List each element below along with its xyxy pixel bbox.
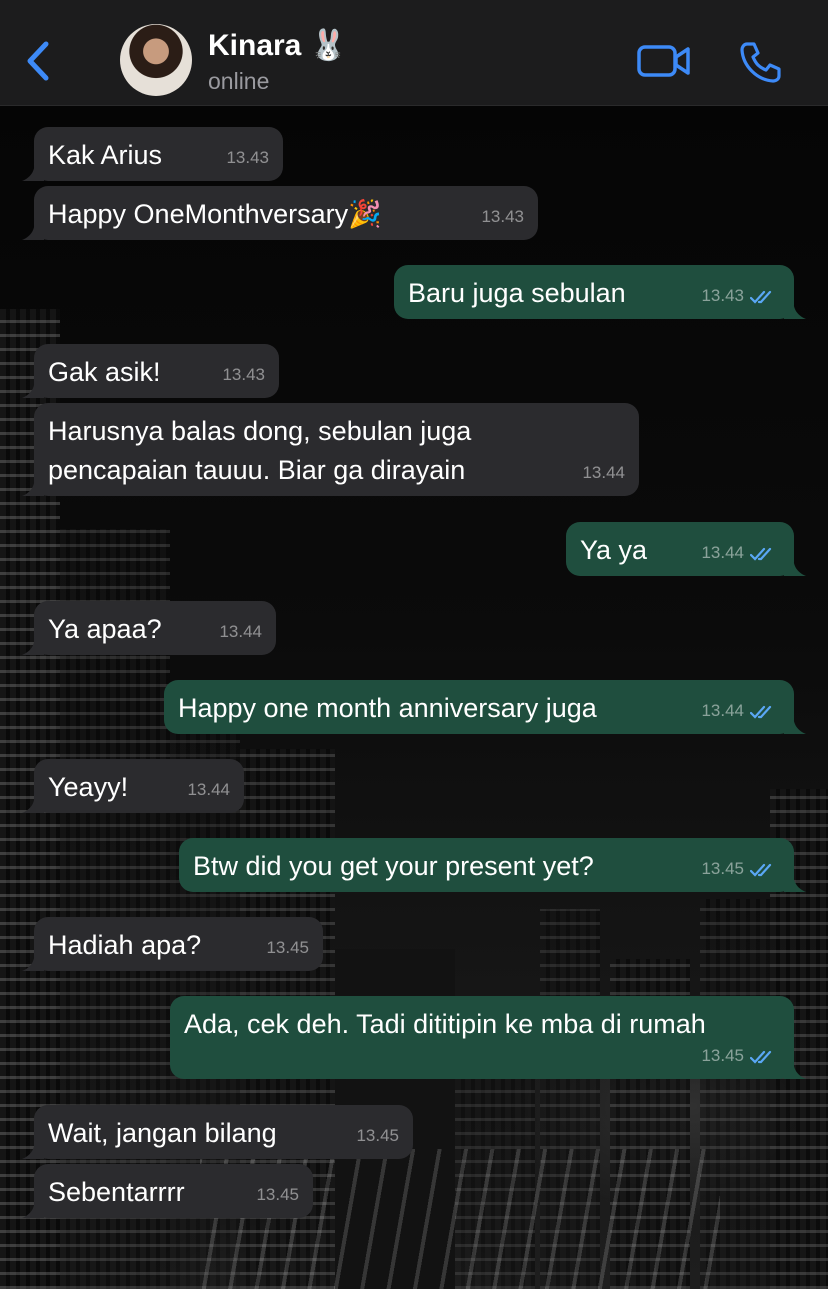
message-time: 13.45 <box>356 1124 399 1149</box>
contact-name[interactable]: Kinara 🐰 <box>208 28 347 63</box>
message-time: 13.44 <box>187 778 230 803</box>
message-text: Hadiah apa? <box>48 930 202 960</box>
outgoing-message[interactable]: Baru juga sebulan 13.43 <box>394 265 806 319</box>
outgoing-message[interactable]: Btw did you get your present yet? 13.45 <box>179 838 806 892</box>
video-call-icon[interactable] <box>636 42 692 80</box>
message-text: Ada, cek deh. Tadi dititipin ke mba di r… <box>184 1009 706 1039</box>
message-time: 13.44 <box>582 461 625 486</box>
contact-name-text: Kinara <box>208 29 302 62</box>
incoming-message[interactable]: Harusnya balas dong, sebulan juga pencap… <box>22 403 639 496</box>
incoming-message[interactable]: Gak asik! 13.43 <box>22 344 279 398</box>
time-text: 13.44 <box>582 463 625 483</box>
bubble-tail-icon <box>22 474 44 496</box>
time-text: 13.43 <box>701 286 744 306</box>
bubble-tail-icon <box>22 376 44 398</box>
bubble-tail-icon <box>22 949 44 971</box>
message-text: Happy OneMonthversary🎉 <box>48 199 382 229</box>
message-text: Harusnya balas dong, sebulan juga pencap… <box>48 416 472 486</box>
read-double-tick-icon <box>750 863 772 877</box>
time-text: 13.43 <box>226 148 269 168</box>
incoming-message[interactable]: Kak Arius 13.43 <box>22 127 283 181</box>
voice-call-icon[interactable] <box>738 40 782 84</box>
message-text: Gak asik! <box>48 357 161 387</box>
message-text: Baru juga sebulan <box>408 278 626 308</box>
contact-avatar[interactable] <box>120 24 192 96</box>
message-time: 13.43 <box>701 284 776 309</box>
bubble-tail-icon <box>784 297 806 319</box>
outgoing-message[interactable]: Ya ya 13.44 <box>566 522 806 576</box>
read-double-tick-icon <box>750 705 772 719</box>
message-text: Sebentarrrr <box>48 1177 185 1207</box>
bubble-tail-icon <box>784 712 806 734</box>
read-double-tick-icon <box>750 547 772 561</box>
bubble-tail-icon <box>22 1137 44 1159</box>
message-time: 13.43 <box>226 146 269 171</box>
incoming-message[interactable]: Hadiah apa? 13.45 <box>22 917 323 971</box>
message-text: Ya apaa? <box>48 614 162 644</box>
message-text: Btw did you get your present yet? <box>193 851 594 881</box>
message-text: Happy one month anniversary juga <box>178 693 597 723</box>
read-double-tick-icon <box>750 1050 772 1064</box>
time-text: 13.45 <box>356 1126 399 1146</box>
bubble-tail-icon <box>22 218 44 240</box>
read-double-tick-icon <box>750 290 772 304</box>
message-time: 13.43 <box>222 363 265 388</box>
back-chevron-icon[interactable] <box>22 38 54 84</box>
bubble-tail-icon <box>784 554 806 576</box>
time-text: 13.44 <box>701 701 744 721</box>
time-text: 13.43 <box>222 365 265 385</box>
time-text: 13.44 <box>219 622 262 642</box>
message-time: 13.44 <box>701 541 776 566</box>
chat-header: Kinara 🐰 online <box>0 0 828 106</box>
incoming-message[interactable]: Yeayy! 13.44 <box>22 759 244 813</box>
contact-name-emoji: 🐰 <box>309 29 348 62</box>
bubble-tail-icon <box>22 1196 44 1218</box>
bubble-tail-icon <box>22 159 44 181</box>
message-text: Kak Arius <box>48 140 163 170</box>
message-text: Wait, jangan bilang <box>48 1118 277 1148</box>
message-time: 13.44 <box>701 699 776 724</box>
message-time: 13.43 <box>481 205 524 230</box>
message-text: Yeayy! <box>48 772 129 802</box>
message-time: 13.45 <box>701 1044 776 1069</box>
message-time: 13.44 <box>219 620 262 645</box>
time-text: 13.45 <box>256 1185 299 1205</box>
message-time: 13.45 <box>256 1183 299 1208</box>
bubble-tail-icon <box>784 1057 806 1079</box>
time-text: 13.44 <box>701 543 744 563</box>
outgoing-message[interactable]: Ada, cek deh. Tadi dititipin ke mba di r… <box>170 996 806 1079</box>
incoming-message[interactable]: Happy OneMonthversary🎉 13.43 <box>22 186 538 240</box>
bubble-tail-icon <box>22 791 44 813</box>
message-text: Ya ya <box>580 535 648 565</box>
outgoing-message[interactable]: Happy one month anniversary juga 13.44 <box>164 680 806 734</box>
message-time: 13.45 <box>266 936 309 961</box>
time-text: 13.45 <box>266 938 309 958</box>
time-text: 13.44 <box>187 780 230 800</box>
contact-status: online <box>208 68 270 94</box>
time-text: 13.45 <box>701 1046 744 1066</box>
time-text: 13.45 <box>701 859 744 879</box>
bubble-tail-icon <box>784 870 806 892</box>
time-text: 13.43 <box>481 207 524 227</box>
incoming-message[interactable]: Wait, jangan bilang 13.45 <box>22 1105 413 1159</box>
incoming-message[interactable]: Ya apaa? 13.44 <box>22 601 276 655</box>
bubble-tail-icon <box>22 633 44 655</box>
message-time: 13.45 <box>701 857 776 882</box>
incoming-message[interactable]: Sebentarrrr 13.45 <box>22 1164 313 1218</box>
